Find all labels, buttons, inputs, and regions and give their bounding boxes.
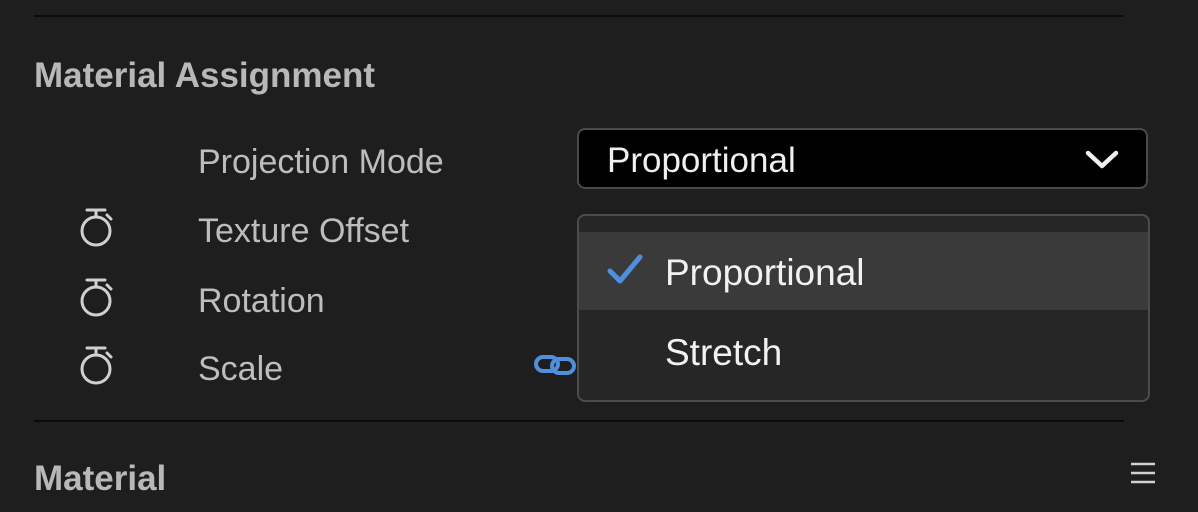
projection-mode-menu: Proportional Stretch xyxy=(577,214,1150,402)
hamburger-menu-icon[interactable] xyxy=(1129,461,1157,485)
menu-option-label: Proportional xyxy=(665,252,865,293)
projection-mode-dropdown[interactable]: Proportional xyxy=(577,128,1148,189)
menu-option-label: Stretch xyxy=(665,332,783,373)
link-icon[interactable] xyxy=(533,350,579,380)
checkmark-icon xyxy=(607,254,643,284)
section-title-material-assignment: Material Assignment xyxy=(34,56,376,95)
projection-mode-label: Projection Mode xyxy=(198,143,444,181)
top-divider xyxy=(34,15,1124,17)
stopwatch-icon[interactable] xyxy=(76,344,116,386)
scale-label: Scale xyxy=(198,350,284,388)
menu-option-proportional[interactable]: Proportional xyxy=(579,232,1148,310)
stopwatch-icon[interactable] xyxy=(76,206,116,248)
dropdown-selected-value: Proportional xyxy=(607,141,796,180)
texture-offset-label: Texture Offset xyxy=(198,212,410,250)
rotation-label: Rotation xyxy=(198,282,325,320)
section-title-material: Material xyxy=(34,459,167,498)
section-divider xyxy=(34,420,1124,422)
stopwatch-icon[interactable] xyxy=(76,276,116,318)
chevron-down-icon xyxy=(1085,150,1119,169)
menu-option-stretch[interactable]: Stretch xyxy=(579,312,1148,390)
